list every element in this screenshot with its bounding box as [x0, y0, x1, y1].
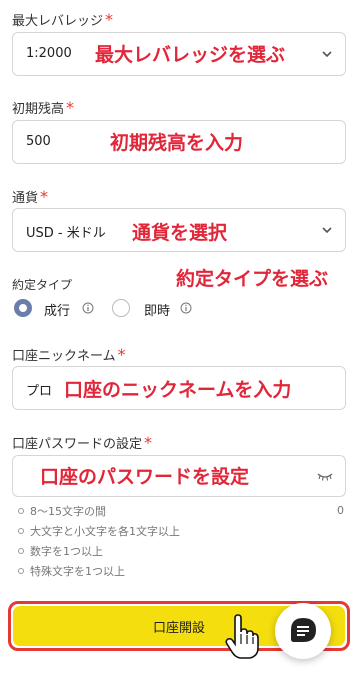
- required-mark: *: [105, 10, 114, 29]
- eye-closed-icon[interactable]: [317, 472, 333, 482]
- password-rule-text: 特殊文字を1つ以上: [30, 565, 125, 578]
- required-mark: *: [40, 187, 49, 206]
- password-rule-text: 大文字と小文字を各1文字以上: [30, 525, 180, 538]
- chevron-down-icon: [322, 227, 332, 234]
- password-rule-text: 数字を1つ以上: [30, 545, 103, 558]
- annotation-balance: 初期残高を入力: [110, 132, 244, 154]
- required-mark: *: [117, 345, 126, 364]
- leverage-label-text: 最大レバレッジ: [12, 14, 104, 29]
- bullet-icon: [18, 528, 24, 534]
- chat-button[interactable]: [275, 603, 331, 659]
- password-rule: 8～15文字の間: [18, 503, 106, 519]
- radio-unselected-indicator: [112, 299, 130, 317]
- balance-label: 初期残高 *: [12, 98, 344, 117]
- currency-label-text: 通貨: [12, 191, 39, 206]
- hand-cursor-icon: [225, 614, 259, 659]
- info-icon: [82, 302, 94, 314]
- annotation-password: 口座のパスワードを設定: [40, 466, 250, 488]
- info-icon: [180, 302, 192, 314]
- password-rule: 特殊文字を1つ以上: [18, 563, 125, 579]
- leverage-value: 1:2000: [26, 46, 72, 61]
- password-rule-text: 8～15文字の間: [30, 505, 106, 518]
- password-label: 口座パスワードの設定 *: [12, 433, 344, 452]
- annotation-currency: 通貨を選択: [132, 222, 228, 244]
- annotation-nickname: 口座のニックネームを入力: [64, 379, 292, 401]
- currency-value: USD - 米ドル: [26, 226, 106, 241]
- nickname-label-text: 口座ニックネーム: [12, 349, 116, 364]
- execution-label-text: 約定タイプ: [12, 278, 73, 292]
- required-mark: *: [144, 433, 153, 452]
- password-label-text: 口座パスワードの設定: [12, 437, 143, 452]
- chat-icon: [291, 618, 316, 642]
- password-rule: 大文字と小文字を各1文字以上: [18, 523, 180, 539]
- bullet-icon: [18, 508, 24, 514]
- radio-instant-label: 即時: [144, 304, 171, 319]
- balance-value: 500: [26, 134, 51, 149]
- annotation-leverage: 最大レバレッジを選ぶ: [95, 44, 286, 66]
- bullet-icon: [18, 568, 24, 574]
- annotation-execution: 約定タイプを選ぶ: [176, 268, 329, 290]
- currency-label: 通貨 *: [12, 187, 344, 206]
- leverage-label: 最大レバレッジ *: [12, 10, 344, 29]
- radio-market-label: 成行: [44, 304, 71, 319]
- radio-selected-indicator: [14, 299, 32, 317]
- password-rule: 数字を1つ以上: [18, 543, 103, 559]
- chevron-down-icon: [322, 51, 332, 58]
- required-mark: *: [66, 98, 75, 117]
- nickname-value: プロ: [26, 384, 53, 399]
- password-counter: 0: [337, 504, 344, 517]
- nickname-label: 口座ニックネーム *: [12, 345, 344, 364]
- balance-label-text: 初期残高: [12, 102, 65, 117]
- bullet-icon: [18, 548, 24, 554]
